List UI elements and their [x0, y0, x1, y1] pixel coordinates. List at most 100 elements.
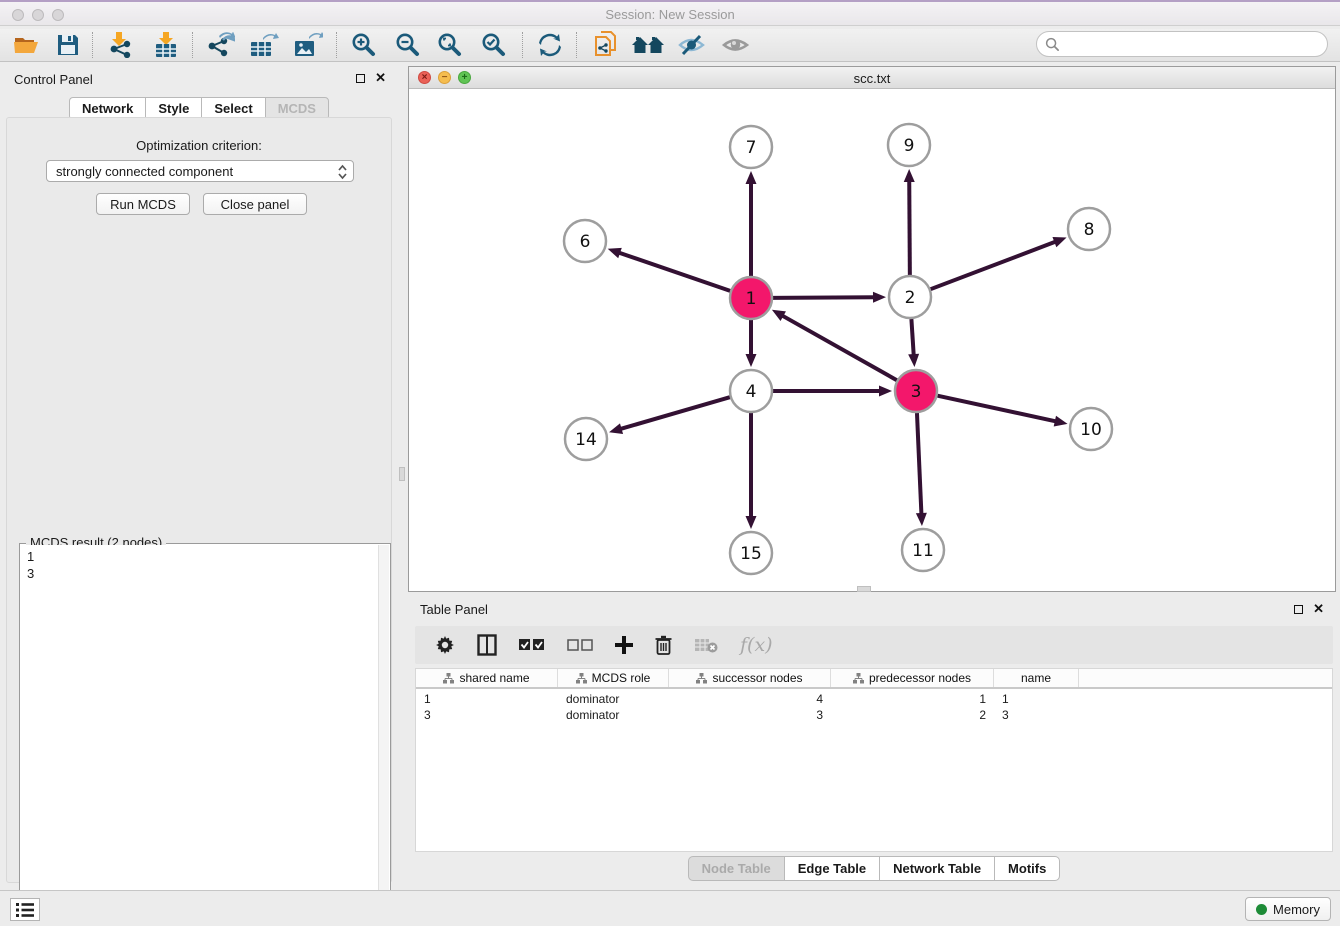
float-panel-icon[interactable]	[356, 74, 365, 83]
graph-node-label-11: 11	[912, 541, 934, 561]
zoom-in-button[interactable]	[344, 31, 384, 59]
deselect-all-columns-button[interactable]	[567, 639, 593, 652]
import-table-icon	[153, 32, 179, 58]
import-network-button[interactable]	[100, 31, 140, 59]
column-layout-button[interactable]	[477, 634, 497, 656]
task-history-button[interactable]	[10, 898, 40, 921]
export-network-button[interactable]	[200, 31, 240, 59]
zoom-selected-button[interactable]	[474, 31, 514, 59]
delete-table-button[interactable]	[694, 637, 718, 653]
add-column-button[interactable]	[615, 636, 633, 654]
column-header-successor-nodes[interactable]: successor nodes	[669, 669, 831, 687]
save-session-button[interactable]	[48, 31, 88, 59]
cell-mcds-role[interactable]: dominator	[558, 691, 669, 707]
graph-node-label-14: 14	[575, 430, 597, 450]
horizontal-splitter-grip[interactable]	[857, 586, 871, 592]
home-button[interactable]	[628, 31, 668, 59]
column-header-shared-name[interactable]: shared name	[416, 669, 558, 687]
graph-edge-arrowhead	[916, 513, 927, 526]
show-all-button[interactable]	[716, 31, 756, 59]
hide-selected-button[interactable]	[672, 31, 712, 59]
search-icon	[1045, 37, 1060, 52]
cell-shared-name[interactable]: 1	[416, 691, 558, 707]
graph-node-label-2: 2	[905, 288, 916, 308]
tab-edge-table[interactable]: Edge Table	[784, 856, 879, 881]
criterion-dropdown[interactable]: strongly connected component	[46, 160, 354, 182]
graph-edge-arrowhead	[904, 169, 915, 182]
clone-network-icon	[593, 31, 619, 59]
graph-edge-1-2[interactable]	[773, 297, 875, 298]
cell-name[interactable]: 1	[994, 691, 1079, 707]
run-mcds-button[interactable]: Run MCDS	[96, 193, 190, 215]
graph-edge-3-11[interactable]	[917, 413, 921, 515]
graph-edge-1-6[interactable]	[618, 252, 730, 290]
graph-edge-arrowhead	[746, 354, 757, 367]
tab-motifs[interactable]: Motifs	[994, 856, 1060, 881]
column-header-predecessor-nodes[interactable]: predecessor nodes	[831, 669, 994, 687]
table-tabs: Node Table Edge Table Network Table Moti…	[408, 856, 1340, 881]
graph-edge-3-1[interactable]	[781, 315, 896, 380]
select-all-columns-button[interactable]	[519, 639, 545, 652]
memory-button[interactable]: Memory	[1245, 897, 1331, 921]
hierarchy-icon	[576, 673, 587, 684]
graph-edge-2-9[interactable]	[909, 180, 910, 275]
table-header-row: shared name MCDS role successor nodes pr…	[416, 669, 1332, 689]
column-header-mcds-role[interactable]: MCDS role	[558, 669, 669, 687]
cell-successor-nodes[interactable]: 4	[669, 691, 831, 707]
mcds-result-text[interactable]: 1 3	[21, 545, 378, 923]
cell-successor-nodes[interactable]: 3	[669, 707, 831, 723]
graph-edge-arrowhead	[873, 292, 886, 303]
vertical-splitter[interactable]	[398, 62, 406, 590]
cell-predecessor-nodes[interactable]: 2	[831, 707, 994, 723]
network-graph: 7968124314101511	[409, 89, 1335, 591]
hierarchy-icon	[853, 673, 864, 684]
cell-mcds-role[interactable]: dominator	[558, 707, 669, 723]
splitter-grip[interactable]	[399, 467, 405, 481]
chevron-up-down-icon	[337, 163, 348, 181]
mcds-panel: Optimization criterion: strongly connect…	[6, 117, 392, 883]
function-builder-button[interactable]: f(x)	[740, 634, 773, 656]
main-toolbar	[0, 29, 1340, 62]
network-canvas[interactable]: 7968124314101511	[409, 89, 1335, 591]
open-session-button[interactable]	[6, 31, 46, 59]
mcds-result-line: 1	[27, 548, 372, 565]
graph-edge-arrowhead	[908, 354, 919, 367]
close-table-panel-icon[interactable]: ✕	[1313, 602, 1324, 616]
cell-name[interactable]: 3	[994, 707, 1079, 723]
result-scrollbar[interactable]	[378, 545, 389, 923]
zoom-fit-button[interactable]	[430, 31, 470, 59]
delete-table-icon	[694, 637, 718, 653]
graph-edge-3-10[interactable]	[937, 396, 1056, 422]
control-panel: Control Panel ✕ Network Style Select MCD…	[0, 62, 398, 890]
network-window-titlebar[interactable]: × − + scc.txt	[409, 67, 1335, 89]
close-panel-icon[interactable]: ✕	[375, 71, 386, 85]
delete-column-button[interactable]	[655, 635, 672, 655]
tab-node-table[interactable]: Node Table	[688, 856, 784, 881]
clone-network-button[interactable]	[586, 31, 626, 59]
column-header-name[interactable]: name	[994, 669, 1079, 687]
close-panel-button[interactable]: Close panel	[203, 193, 307, 215]
add-column-icon	[615, 636, 633, 654]
zoom-fit-icon	[437, 32, 463, 58]
search-field[interactable]	[1036, 31, 1328, 57]
graph-node-label-9: 9	[904, 136, 915, 156]
memory-status-icon	[1256, 904, 1267, 915]
graph-edge-2-8[interactable]	[931, 241, 1057, 289]
cell-shared-name[interactable]: 3	[416, 707, 558, 723]
gear-icon	[435, 635, 455, 655]
cell-predecessor-nodes[interactable]: 1	[831, 691, 994, 707]
search-input[interactable]	[1060, 37, 1310, 52]
export-image-button[interactable]	[288, 31, 328, 59]
toolbar-separator	[576, 32, 577, 58]
refresh-button[interactable]	[530, 31, 570, 59]
tab-network-table[interactable]: Network Table	[879, 856, 994, 881]
zoom-out-button[interactable]	[388, 31, 428, 59]
gear-button[interactable]	[435, 635, 455, 655]
export-table-button[interactable]	[244, 31, 284, 59]
float-table-panel-icon[interactable]	[1294, 605, 1303, 614]
import-table-button[interactable]	[146, 31, 186, 59]
graph-edge-4-14[interactable]	[620, 397, 730, 429]
graph-node-label-8: 8	[1084, 220, 1095, 240]
toolbar-separator	[336, 32, 337, 58]
graph-edge-2-3[interactable]	[911, 319, 913, 356]
